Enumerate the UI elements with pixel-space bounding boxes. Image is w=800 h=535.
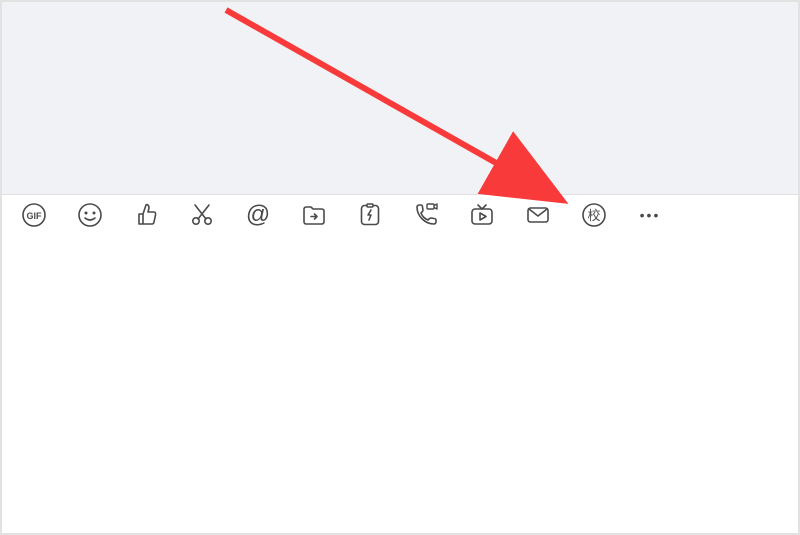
emoji-button[interactable] [62,195,118,235]
envelope-icon [525,202,551,228]
at-icon: @ [246,201,270,229]
more-options-button[interactable]: ••• [622,195,678,235]
flash-transfer-button[interactable] [342,195,398,235]
thumbs-up-button[interactable] [118,195,174,235]
phone-video-icon [412,202,440,228]
gif-icon: GIF [21,202,47,228]
scissors-icon [189,202,215,228]
svg-text:校: 校 [587,208,600,223]
chat-window: GIF @ [0,0,800,535]
input-toolbar: GIF @ [2,194,798,234]
school-button[interactable]: 校 [566,195,622,235]
emoji-icon [77,202,103,228]
school-icon: 校 [581,202,607,228]
flash-card-icon [357,202,383,228]
red-envelope-button[interactable] [510,195,566,235]
voice-video-call-button[interactable] [398,195,454,235]
mention-button[interactable]: @ [230,195,286,235]
message-input-area[interactable] [2,234,798,533]
screenshot-button[interactable] [174,195,230,235]
watch-together-button[interactable] [454,195,510,235]
message-display-area [2,2,798,194]
tv-play-icon [469,202,495,228]
folder-arrow-icon [301,202,327,228]
thumbs-up-icon [133,202,159,228]
gif-button[interactable]: GIF [6,195,62,235]
send-file-button[interactable] [286,195,342,235]
more-icon: ••• [640,207,661,223]
svg-text:GIF: GIF [27,211,43,221]
